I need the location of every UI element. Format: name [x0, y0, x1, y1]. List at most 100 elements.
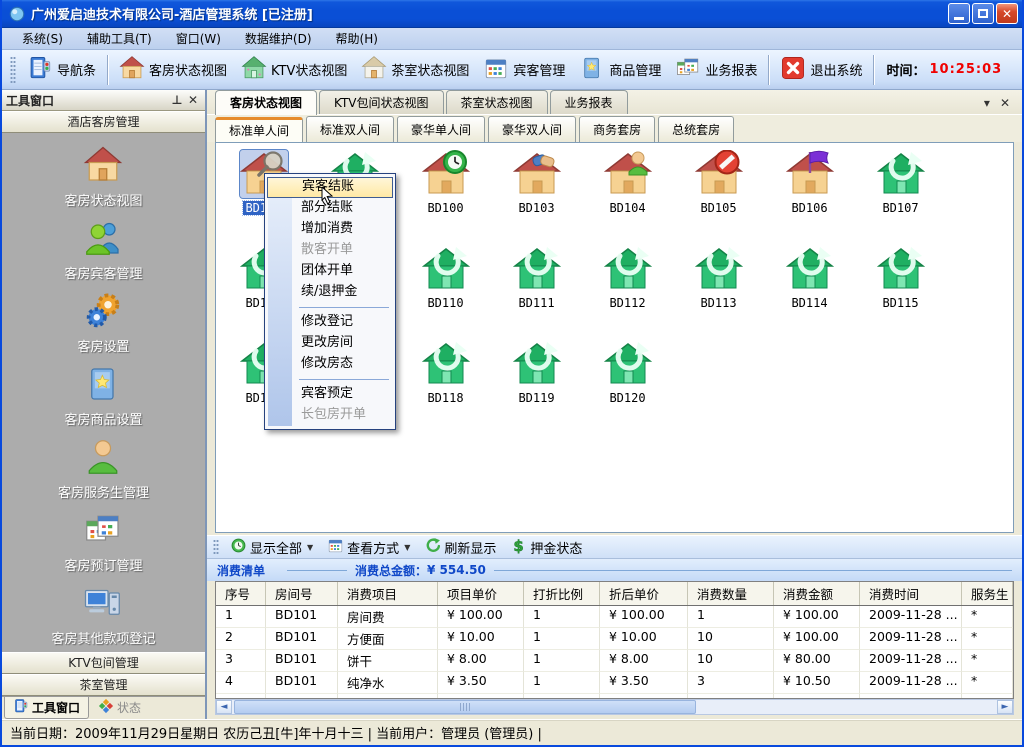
maximize-button[interactable]	[972, 3, 994, 24]
room-BD104[interactable]: BD104	[582, 150, 673, 245]
table-row-1[interactable]: 1BD101房间费¥ 100.001¥ 100.001¥ 100.002009-…	[216, 606, 1013, 628]
column-header[interactable]: 消费时间	[860, 582, 962, 605]
sidebar-group-ktv[interactable]: KTV包间管理	[2, 652, 205, 674]
room-BD106[interactable]: BD106	[764, 150, 855, 245]
context-menu-item-2[interactable]: 增加消费	[267, 219, 393, 240]
sidebar-item-3[interactable]: 客房商品设置	[64, 364, 142, 428]
tab-close-icon[interactable]: ✕	[1000, 96, 1010, 110]
room-blocked-icon	[695, 150, 743, 198]
room-green-icon	[604, 245, 652, 293]
room-type-tab-1[interactable]: 标准双人间	[306, 116, 394, 142]
sidebar-group-hotel-rooms[interactable]: 酒店客房管理	[2, 111, 205, 133]
minimize-button[interactable]	[948, 3, 970, 24]
goods-box-icon	[83, 364, 123, 407]
menu-item-3[interactable]: 数据维护(D)	[233, 28, 324, 49]
scrollbar-thumb[interactable]	[234, 700, 696, 714]
toolbar-button-3[interactable]: 茶室状态视图	[354, 52, 476, 88]
rooms-toolbar-button-1[interactable]: 查看方式▼	[320, 536, 417, 559]
sidebar-item-4[interactable]: 客房服务生管理	[58, 437, 149, 501]
room-type-tab-5[interactable]: 总统套房	[658, 116, 734, 142]
room-BD111[interactable]: BD111	[491, 245, 582, 340]
sidebar-item-0[interactable]: 客房状态视图	[64, 145, 142, 209]
table-row-4[interactable]: 4BD101纯净水¥ 3.501¥ 3.503¥ 10.502009-11-28…	[216, 672, 1013, 694]
menu-item-2[interactable]: 窗口(W)	[164, 28, 233, 49]
pin-icon[interactable]: ⊥	[169, 93, 185, 107]
scroll-left-icon[interactable]: ◄	[216, 700, 232, 714]
room-BD112[interactable]: BD112	[582, 245, 673, 340]
context-menu-item-4[interactable]: 团体开单	[267, 261, 393, 282]
rooms-toolbar-button-0[interactable]: 显示全部▼	[223, 536, 320, 559]
document-tab-3[interactable]: 业务报表	[550, 90, 628, 114]
column-header[interactable]: 打折比例	[524, 582, 600, 605]
context-menu-item-7[interactable]: 修改登记	[267, 312, 393, 333]
sidebar-item-6[interactable]: 客房其他款项登记	[51, 583, 155, 647]
column-header[interactable]: 消费金额	[774, 582, 860, 605]
sidebar-item-5[interactable]: 客房预订管理	[64, 510, 142, 574]
column-header[interactable]: 服务生	[962, 582, 1013, 605]
menu-item-1[interactable]: 辅助工具(T)	[75, 28, 164, 49]
sidebar-bottom-tab-1[interactable]: 状态	[89, 697, 150, 719]
toolbar-button-7[interactable]: 退出系统	[773, 52, 869, 88]
calendar-icon	[327, 537, 344, 558]
tab-list-dropdown-icon[interactable]: ▾	[984, 96, 990, 110]
context-menu-item-5[interactable]: 续/退押金	[267, 282, 393, 303]
context-menu-item-9[interactable]: 修改房态	[267, 354, 393, 375]
main-toolbar: 导航条客房状态视图KTV状态视图茶室状态视图宾客管理商品管理业务报表退出系统时间…	[2, 50, 1022, 90]
deposit-dollar-icon: $	[510, 537, 527, 558]
rooms-toolbar-button-2[interactable]: 刷新显示	[417, 536, 503, 559]
room-type-tab-strip: 标准单人间标准双人间豪华单人间豪华双人间商务套房总统套房	[207, 115, 1022, 142]
room-BD114[interactable]: BD114	[764, 245, 855, 340]
room-green-icon	[695, 245, 743, 293]
toolbar-button-1[interactable]: 客房状态视图	[112, 52, 234, 88]
sidebar-caption-title: 工具窗口	[6, 92, 169, 109]
document-tab-0[interactable]: 客房状态视图	[215, 90, 317, 115]
room-BD107[interactable]: BD107	[855, 150, 946, 245]
room-BD120[interactable]: BD120	[582, 340, 673, 435]
toolbar-button-5[interactable]: 商品管理	[572, 52, 668, 88]
room-BD113[interactable]: BD113	[673, 245, 764, 340]
room-type-tab-0[interactable]: 标准单人间	[215, 117, 303, 143]
room-green-icon	[422, 340, 470, 388]
document-tab-2[interactable]: 茶室状态视图	[446, 90, 548, 114]
room-BD100[interactable]: BD100	[400, 150, 491, 245]
application-window: 广州爱启迪技术有限公司-酒店管理系统 [已注册] ✕ 系统(S)辅助工具(T)窗…	[0, 0, 1024, 747]
toolbar-button-0[interactable]: 导航条	[20, 52, 103, 88]
scroll-right-icon[interactable]: ►	[997, 700, 1013, 714]
computer-icon	[83, 583, 123, 626]
room-BD115[interactable]: BD115	[855, 245, 946, 340]
context-menu-item-11[interactable]: 宾客预定	[267, 384, 393, 405]
room-type-tab-2[interactable]: 豪华单人间	[397, 116, 485, 142]
scrollbar-track[interactable]	[696, 700, 997, 714]
column-header[interactable]: 项目单价	[438, 582, 524, 605]
room-type-tab-3[interactable]: 豪华双人间	[488, 116, 576, 142]
close-icon[interactable]: ✕	[185, 93, 201, 107]
context-menu-item-8[interactable]: 更改房间	[267, 333, 393, 354]
column-header[interactable]: 消费项目	[338, 582, 438, 605]
column-header[interactable]: 房间号	[266, 582, 338, 605]
room-BD103[interactable]: BD103	[491, 150, 582, 245]
sidebar-group-tearoom[interactable]: 茶室管理	[2, 674, 205, 696]
document-tab-1[interactable]: KTV包间状态视图	[319, 90, 443, 114]
sidebar-item-2[interactable]: 客房设置	[77, 291, 129, 355]
column-header[interactable]: 消费数量	[688, 582, 774, 605]
column-header[interactable]: 序号	[216, 582, 266, 605]
table-row-3[interactable]: 3BD101饼干¥ 8.001¥ 8.0010¥ 80.002009-11-28…	[216, 650, 1013, 672]
horizontal-scrollbar[interactable]: ◄ ►	[215, 699, 1014, 715]
rooms-toolbar-button-3[interactable]: $押金状态	[503, 536, 589, 559]
table-row-2[interactable]: 2BD101方便面¥ 10.001¥ 10.0010¥ 100.002009-1…	[216, 628, 1013, 650]
toolbar-button-2[interactable]: KTV状态视图	[234, 52, 354, 88]
room-BD105[interactable]: BD105	[673, 150, 764, 245]
room-BD119[interactable]: BD119	[491, 340, 582, 435]
room-BD118[interactable]: BD118	[400, 340, 491, 435]
sidebar-item-1[interactable]: 客房宾客管理	[64, 218, 142, 282]
menu-item-0[interactable]: 系统(S)	[10, 28, 75, 49]
column-header[interactable]: 折后单价	[600, 582, 688, 605]
toolbar-button-4[interactable]: 宾客管理	[476, 52, 572, 88]
close-button[interactable]: ✕	[996, 3, 1018, 24]
sidebar-bottom-tab-0[interactable]: 工具窗口	[4, 697, 89, 719]
room-BD110[interactable]: BD110	[400, 245, 491, 340]
toolbar-button-6[interactable]: 业务报表	[668, 52, 764, 88]
app-icon	[8, 5, 26, 23]
room-type-tab-4[interactable]: 商务套房	[579, 116, 655, 142]
menu-item-4[interactable]: 帮助(H)	[324, 28, 390, 49]
